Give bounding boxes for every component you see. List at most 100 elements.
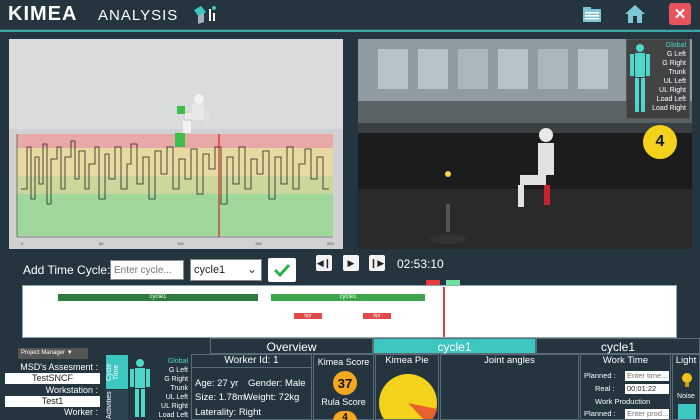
joint-legend: Global G Left G Right Trunk UL Left UL R… [626,39,690,119]
msd-assessment-label: MSD's Assesment : [20,362,98,372]
svg-text:200: 200 [327,241,334,246]
msd-assessment-value[interactable]: TestSNCF [5,373,100,384]
environment-panel: Light Noise [672,354,700,420]
timeline-event[interactable]: trpr [363,313,391,319]
legend-global[interactable]: Global [666,42,686,49]
project-manager-dropdown[interactable]: Project Manager ▼ [18,348,88,359]
legend-load-left[interactable]: Load Left [657,96,686,103]
tab-cycle1[interactable]: cycle1 [536,338,700,354]
real-time-label: Real : [595,384,615,393]
step-back-icon: ◀❙ [316,257,332,268]
step-forward-icon: ❙▶ [369,257,385,268]
chevron-down-icon: ⌄ [246,262,257,276]
tab-cycle1-active[interactable]: cycle1 [373,338,536,354]
body-legend-item[interactable]: Global [148,357,188,366]
cycle-name-input[interactable] [110,260,184,280]
worker-panel: Worker Id: 1 Age: 27 yr Gender: Male Siz… [191,354,312,420]
worker-size: Size: 1.78m [195,392,246,403]
worker-id: Worker Id: 1 [192,355,311,368]
folder-button[interactable] [581,3,603,25]
work-production-title: Work Production [595,397,651,406]
body-legend-item[interactable]: G Right [148,375,188,384]
home-icon [625,5,645,23]
worker-age: Age: 27 yr [195,378,239,389]
legend-ul-left[interactable]: UL Left [664,78,686,85]
project-manager-label: Project Manager [21,350,66,356]
planned-production-input[interactable] [625,409,669,419]
body-legend-item[interactable]: UL Left [148,393,188,402]
confirm-cycle-button[interactable] [268,258,296,282]
cycle-select-value: cycle1 [194,264,226,276]
folder-icon [583,7,601,22]
timeline-event[interactable]: trpr [294,313,322,319]
score-panel: Kimea Score 37 Rula Score 4 [313,354,374,420]
kimea-score-value: 37 [333,371,357,395]
legend-trunk[interactable]: Trunk [668,69,686,76]
light-title: Light [675,355,697,366]
joint-angles-title: Joint angles [484,355,535,366]
checkmark-icon [273,263,291,277]
body-legend-item[interactable]: Load Left [148,411,188,420]
work-time-panel: Work Time Planned : Real : 00:01:22 Work… [580,354,671,420]
risk-count-badge: 4 [643,125,677,159]
app-header: KIMEA ANALYSIS ✕ [0,0,700,30]
body-legend-item[interactable]: G Left [148,366,188,375]
step-forward-button[interactable]: ❙▶ [369,255,385,271]
chevron-down-icon: ▼ [66,350,73,356]
work-time-title: Work Time [602,355,649,366]
noise-title: Noise [677,393,695,400]
play-icon: ▶ [347,257,355,268]
cycle-select[interactable]: cycle1 ⌄ [190,259,262,281]
kimea-pie-panel: Kimea Pie [375,354,439,420]
app-subtitle: ANALYSIS [98,7,179,24]
cycle-timeline[interactable]: cycle1 cycle1 trpr trpr [22,285,677,338]
analysis-app-icon [194,6,216,24]
time-readout: 02:53:10 [397,257,444,271]
planned-time-label: Planned : [584,371,616,380]
kimea-pie-title: Kimea Pie [385,355,429,366]
simulation-view[interactable]: 0 50 100 150 200 [9,39,343,249]
legend-g-right[interactable]: G Right [662,60,686,67]
timeline-segment[interactable]: cycle1 [58,294,258,301]
play-button[interactable]: ▶ [343,255,359,271]
body-legend: Global G Left G Right Trunk UL Left UL R… [148,357,188,420]
planned-production-label: Planned : [584,409,616,418]
svg-text:100: 100 [177,241,184,246]
home-button[interactable] [624,3,646,25]
result-tabs: Overview cycle1 cycle1 [210,338,700,354]
tab-overview[interactable]: Overview [210,338,373,354]
legend-ul-right[interactable]: UL Right [659,87,686,94]
close-button[interactable]: ✕ [669,3,691,25]
body-figure-icon [130,359,150,417]
noise-icon [678,404,696,419]
rula-score-title: Rula Score [321,397,366,407]
simulation-chart: 0 50 100 150 200 [9,39,343,249]
kimea-pie-chart [379,374,437,419]
workstation-value[interactable]: Test1 [5,396,100,407]
svg-text:150: 150 [255,241,262,246]
legend-load-right[interactable]: Load Right [652,105,686,112]
body-legend-item[interactable]: Trunk [148,384,188,393]
legend-g-left[interactable]: G Left [667,51,686,58]
step-back-button[interactable]: ◀❙ [316,255,332,271]
header-divider [0,30,700,32]
timeline-cursor [443,287,445,337]
planned-time-input[interactable] [625,371,669,381]
rula-score-value: 4 [333,411,357,420]
joint-angles-panel: Joint angles [440,354,579,420]
app-logo: KIMEA [8,3,78,25]
worker-gender: Gender: Male [248,378,306,389]
kimea-score-title: Kimea Score [317,357,370,367]
workstation-label: Workstation : [45,385,98,395]
worker-laterality: Laterality: Right [195,407,262,418]
worker-weight: Weight: 72kg [244,392,300,403]
real-time-value: 00:01:22 [625,384,669,394]
timeline-segment[interactable]: cycle1 [271,294,425,301]
video-view[interactable]: Global G Left G Right Trunk UL Left UL R… [358,39,692,249]
add-time-cycle-label: Add Time Cycle: [23,263,111,277]
body-figure-icon [630,44,650,112]
tab-cycle-time[interactable]: Cycle Time [106,355,128,389]
body-legend-item[interactable]: UL Right [148,402,188,411]
tab-activities[interactable]: Activities [106,390,128,420]
svg-text:50: 50 [99,241,104,246]
